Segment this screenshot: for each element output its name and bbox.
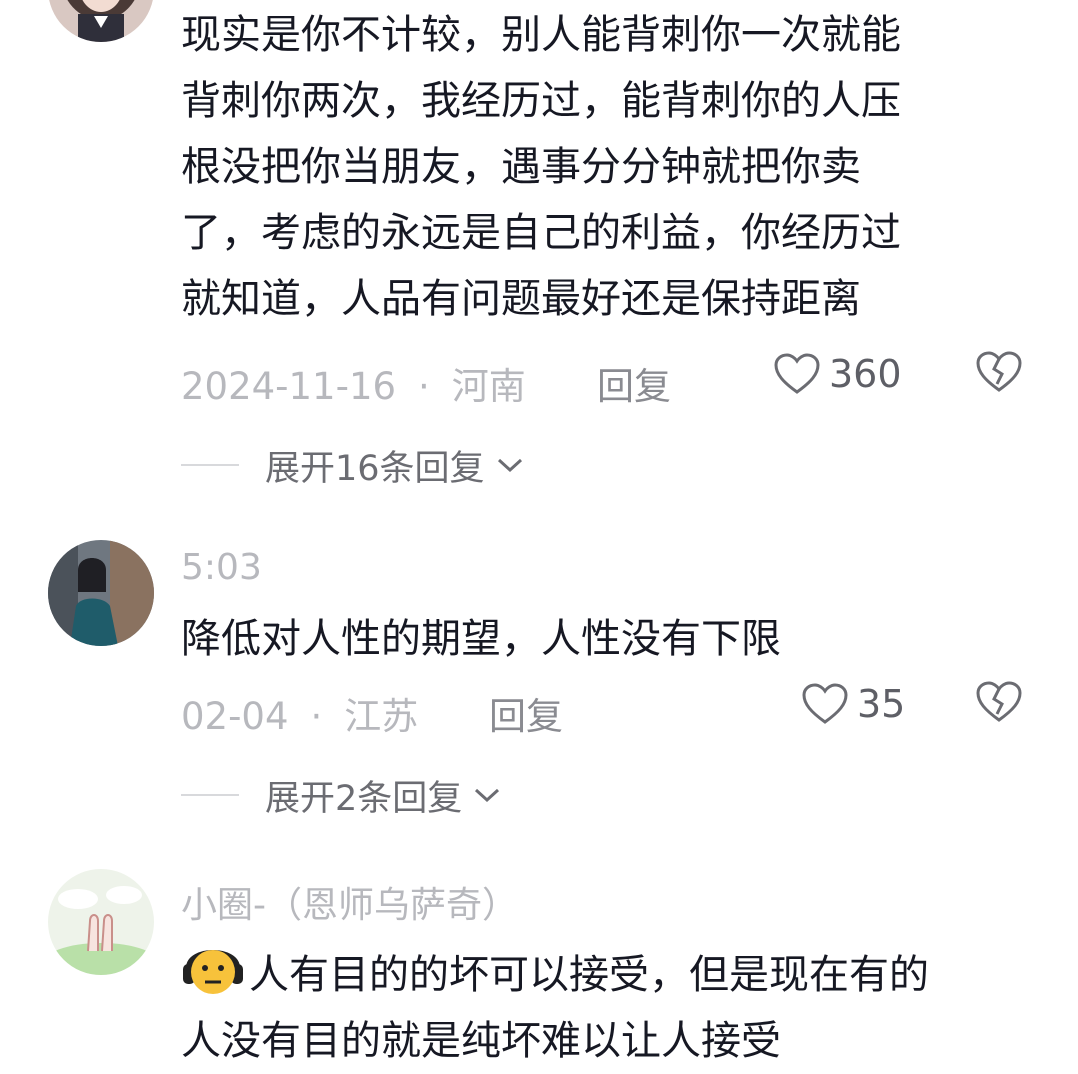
comment-location: 河南 xyxy=(451,365,526,408)
like-count: 360 xyxy=(829,352,902,396)
dislike-button[interactable] xyxy=(975,350,1023,403)
headphone-face-emoji xyxy=(181,934,245,998)
broken-heart-icon xyxy=(976,681,1022,722)
comment-text: 降低对人性的期望，人性没有下限 xyxy=(181,616,781,662)
avatar[interactable] xyxy=(48,540,154,646)
divider-line xyxy=(181,794,239,796)
comment-text: 现实是你不计较，别人能背刺你一次就能 背刺你两次，我经历过，能背刺你的人压 根没… xyxy=(181,12,901,322)
comment-meta: 02-04 · 江苏 回复 35 xyxy=(181,678,1041,738)
comment-username[interactable]: 5:03 xyxy=(181,547,262,588)
comment-text-body: 人有目的的坏可以接受，但是现在有的 人没有目的就是纯坏难以让人接受 xyxy=(181,952,929,1064)
avatar[interactable] xyxy=(48,0,154,42)
expand-replies-label: 展开2条回复 xyxy=(265,778,463,819)
comment-text: 人有目的的坏可以接受，但是现在有的 人没有目的就是纯坏难以让人接受 xyxy=(181,934,1041,1074)
chevron-down-icon xyxy=(475,788,500,803)
like-count: 35 xyxy=(857,682,906,726)
expand-replies-button[interactable]: 展开16条回复 xyxy=(181,440,525,490)
comment-meta: 2024-11-16 · 河南 回复 360 xyxy=(181,348,1041,408)
heart-icon xyxy=(774,353,820,394)
expand-replies-label: 展开16条回复 xyxy=(265,448,485,489)
chevron-down-icon xyxy=(497,458,522,473)
heart-icon xyxy=(802,683,848,724)
reply-button[interactable]: 回复 xyxy=(597,356,671,410)
comment-date: 02-04 xyxy=(181,695,289,738)
avatar[interactable] xyxy=(48,869,154,975)
like-button[interactable]: 360 xyxy=(773,352,902,396)
separator-dot: · xyxy=(310,695,323,738)
separator-dot: · xyxy=(418,365,430,408)
reply-button[interactable]: 回复 xyxy=(489,686,563,740)
expand-replies-button[interactable]: 展开2条回复 xyxy=(181,770,502,820)
like-button[interactable]: 35 xyxy=(801,682,905,726)
broken-heart-icon xyxy=(976,351,1022,392)
divider-line xyxy=(181,464,239,466)
dislike-button[interactable] xyxy=(975,680,1023,733)
comment-location: 江苏 xyxy=(344,695,419,738)
comment-date: 2024-11-16 xyxy=(181,365,397,408)
comment-username[interactable]: 小圈-（恩师乌萨奇） xyxy=(181,876,518,928)
